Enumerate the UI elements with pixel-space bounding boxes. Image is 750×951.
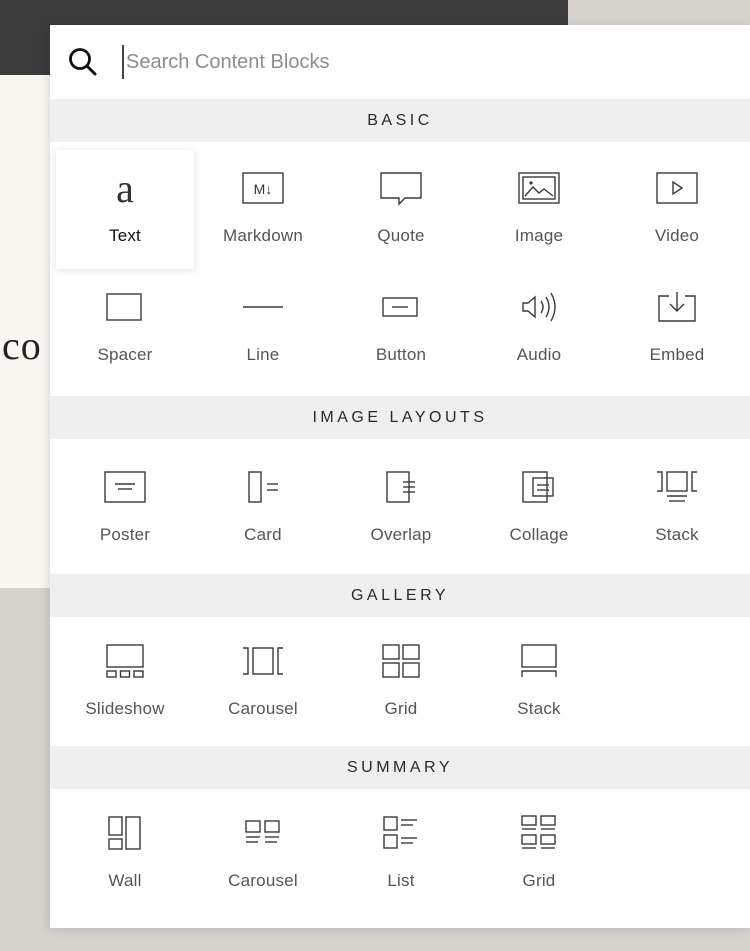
embed-icon xyxy=(658,292,696,322)
block-grid-gallery[interactable]: Grid xyxy=(332,623,470,742)
block-label: Line xyxy=(246,345,280,364)
background-partial-text: co xyxy=(2,323,42,368)
block-carousel-gallery[interactable]: Carousel xyxy=(194,623,332,742)
block-label: Stack xyxy=(517,699,561,718)
block-label: Embed xyxy=(649,345,705,364)
block-label: Card xyxy=(244,525,282,544)
stack-gallery-icon xyxy=(521,644,557,677)
spacer-icon xyxy=(106,293,142,321)
quote-icon xyxy=(380,172,422,206)
block-label: Markdown xyxy=(222,226,304,245)
block-label: Carousel xyxy=(228,871,298,890)
markdown-icon: M↓ xyxy=(242,172,284,204)
section-header-gallery: GALLERY xyxy=(50,574,750,617)
section-header-image-layouts: IMAGE LAYOUTS xyxy=(50,396,750,439)
block-spacer[interactable]: Spacer xyxy=(56,269,194,388)
carousel-summary-icon xyxy=(245,820,280,843)
block-label: Button xyxy=(375,345,427,364)
grid-gallery-icon xyxy=(382,644,420,678)
image-icon xyxy=(518,172,560,204)
block-label: Grid xyxy=(522,871,556,890)
summary-grid: Wall Carousel List Grid xyxy=(50,789,750,914)
block-button[interactable]: Button xyxy=(332,269,470,388)
line-icon xyxy=(243,306,283,308)
block-label: Collage xyxy=(509,525,569,544)
block-label: Image xyxy=(514,226,564,245)
block-carousel-summary[interactable]: Carousel xyxy=(194,795,332,914)
block-label: Grid xyxy=(384,699,418,718)
block-label: Slideshow xyxy=(85,699,165,718)
block-label: Stack xyxy=(655,525,699,544)
overlap-icon xyxy=(386,471,415,503)
grid-summary-icon xyxy=(521,815,556,849)
svg-text:M↓: M↓ xyxy=(254,181,273,197)
block-label: Poster xyxy=(99,525,151,544)
block-label: Carousel xyxy=(228,699,298,718)
carousel-gallery-icon xyxy=(243,647,283,675)
section-header-summary: SUMMARY xyxy=(50,746,750,789)
block-audio[interactable]: Audio xyxy=(470,269,608,388)
block-label: Wall xyxy=(108,871,142,890)
block-markdown[interactable]: M↓ Markdown xyxy=(194,150,332,269)
video-icon xyxy=(656,172,698,204)
content-blocks-panel: BASIC a Text M↓ Markdown Quote xyxy=(50,25,750,928)
text-icon: a xyxy=(116,166,134,211)
block-label: Quote xyxy=(377,226,425,245)
search-bar xyxy=(50,25,750,99)
block-overlap[interactable]: Overlap xyxy=(332,449,470,568)
poster-icon xyxy=(104,471,146,503)
block-embed[interactable]: Embed xyxy=(608,269,746,388)
block-label: Video xyxy=(654,226,700,245)
card-icon xyxy=(248,471,278,503)
block-stack-gallery[interactable]: Stack xyxy=(470,623,608,742)
block-slideshow[interactable]: Slideshow xyxy=(56,623,194,742)
slideshow-icon xyxy=(106,644,144,678)
block-grid-summary[interactable]: Grid xyxy=(470,795,608,914)
svg-text:a: a xyxy=(116,166,134,211)
block-text[interactable]: a Text xyxy=(56,150,194,269)
block-image[interactable]: Image xyxy=(470,150,608,269)
block-label: Text xyxy=(109,226,141,245)
block-label: Audio xyxy=(516,345,562,364)
block-line[interactable]: Line xyxy=(194,269,332,388)
basic-blocks-grid: a Text M↓ Markdown Quote Image Video Spa… xyxy=(50,142,750,396)
image-layouts-grid: Poster Card Overlap Collage Stack xyxy=(50,439,750,574)
block-video[interactable]: Video xyxy=(608,150,746,269)
list-icon xyxy=(383,816,417,849)
block-collage[interactable]: Collage xyxy=(470,449,608,568)
search-input[interactable] xyxy=(122,45,726,79)
wall-icon xyxy=(108,816,141,850)
collage-icon xyxy=(522,471,554,503)
stack-layout-icon xyxy=(657,471,697,502)
block-stack-layout[interactable]: Stack xyxy=(608,449,746,568)
block-label: Spacer xyxy=(97,345,153,364)
block-poster[interactable]: Poster xyxy=(56,449,194,568)
block-list[interactable]: List xyxy=(332,795,470,914)
button-icon xyxy=(382,297,418,317)
block-card[interactable]: Card xyxy=(194,449,332,568)
block-wall[interactable]: Wall xyxy=(56,795,194,914)
audio-icon xyxy=(522,292,556,322)
block-label: List xyxy=(387,871,415,890)
gallery-grid: Slideshow Carousel Grid Stack xyxy=(50,617,750,746)
block-quote[interactable]: Quote xyxy=(332,150,470,269)
search-icon[interactable] xyxy=(68,47,98,77)
block-label: Overlap xyxy=(370,525,432,544)
section-header-basic: BASIC xyxy=(50,99,750,142)
